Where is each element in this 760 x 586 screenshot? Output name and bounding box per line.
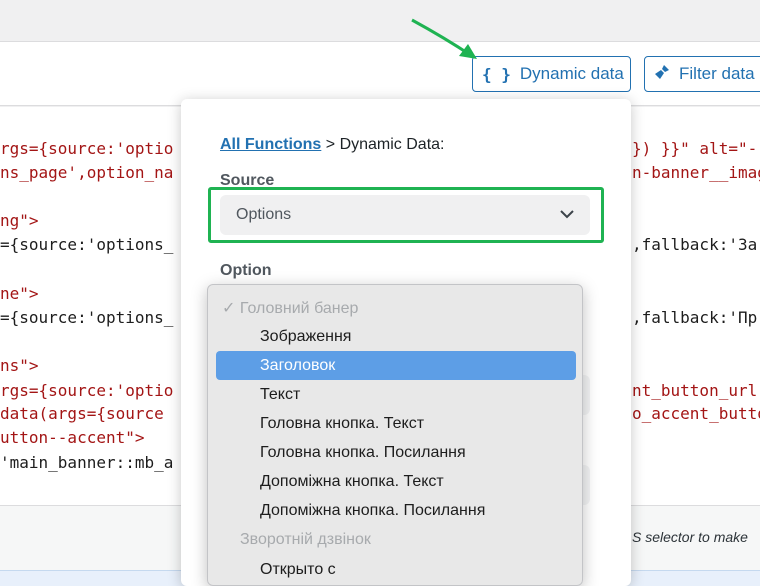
code-line-right: ,fallback:'Пр: [632, 308, 758, 327]
dropdown-option[interactable]: Зображення: [216, 322, 576, 351]
dropdown-option[interactable]: Открыто с: [216, 555, 576, 584]
admin-top-bar: [0, 0, 760, 42]
option-dropdown-menu[interactable]: ✓ Головний банер Зображення Заголовок Текс…: [207, 284, 583, 586]
code-line-right: ,fallback:'За: [632, 235, 758, 254]
code-line-right: o_accent_butto: [632, 404, 760, 423]
filter-data-button[interactable]: Filter data: [644, 56, 760, 92]
all-functions-link[interactable]: All Functions: [220, 136, 321, 153]
code-line-right: nt_button_url': [632, 381, 760, 400]
code-line-right: n-banner__imag: [632, 163, 760, 182]
code-line-left: ne">: [0, 284, 39, 303]
code-line-left: utton--accent">: [0, 428, 145, 447]
code-line-left: ={source:'options_: [0, 308, 174, 327]
source-highlight-box: [208, 187, 604, 243]
dropdown-option[interactable]: Головна кнопка. Посилання: [216, 438, 576, 467]
dropdown-option[interactable]: Допоміжна кнопка. Текст: [216, 467, 576, 496]
code-line-left: ={source:'options_: [0, 235, 174, 254]
breadcrumb-current: > Dynamic Data:: [321, 136, 445, 153]
code-line-left: 'main_banner::mb_a: [0, 453, 174, 472]
dropdown-option[interactable]: Текст: [216, 380, 576, 409]
code-line-right: }) }}" alt="-: [632, 139, 758, 158]
breadcrumb: All Functions > Dynamic Data:: [220, 136, 444, 154]
dropdown-group-main-banner: ✓ Головний банер: [222, 300, 359, 317]
dropdown-group-callback: Зворотній дзвінок: [240, 531, 371, 548]
code-line-left: ng">: [0, 211, 39, 230]
code-line-left: data(args={source: [0, 404, 164, 423]
broom-icon: [654, 64, 670, 84]
filter-data-label: Filter data: [679, 64, 755, 83]
code-line-left: rgs={source:'optio: [0, 381, 174, 400]
dynamic-data-button[interactable]: { } Dynamic data: [472, 56, 631, 92]
braces-icon: { }: [482, 64, 511, 84]
code-line-left: ns_page',option_na: [0, 163, 174, 182]
code-line-left: ns">: [0, 356, 39, 375]
option-label: Option: [220, 262, 272, 279]
dropdown-option[interactable]: Допоміжна кнопка. Посилання: [216, 496, 576, 525]
dropdown-option[interactable]: Заголовок: [216, 351, 576, 380]
code-line-left: rgs={source:'optio: [0, 139, 174, 158]
dynamic-data-label: Dynamic data: [519, 64, 624, 83]
dropdown-option[interactable]: Головна кнопка. Текст: [216, 409, 576, 438]
footer-hint: S selector to make: [632, 529, 748, 545]
